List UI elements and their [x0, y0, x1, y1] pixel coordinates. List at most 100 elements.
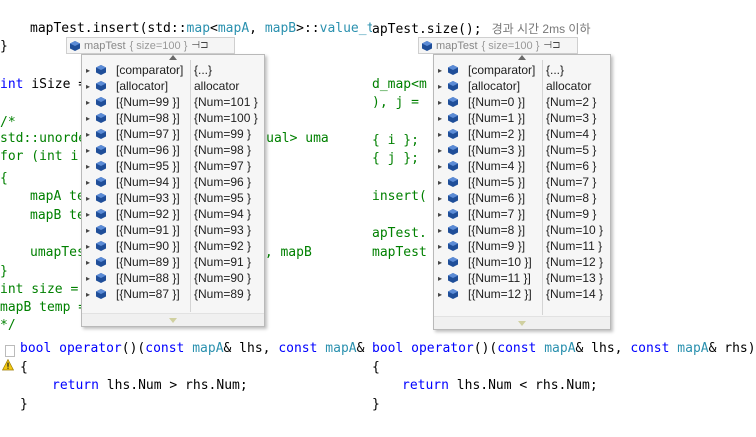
datatip-row[interactable]: ▸ [comparator] {...}: [82, 62, 264, 78]
datatip-row[interactable]: ▸ [{Num=97 }] {Num=99 }: [82, 126, 264, 142]
scroll-down-area[interactable]: [434, 316, 610, 329]
datatip-row[interactable]: ▸ [allocator] allocator: [434, 78, 610, 94]
expand-arrow-icon[interactable]: ▸: [82, 258, 94, 267]
datatip-row[interactable]: ▸ [{Num=96 }] {Num=98 }: [82, 142, 264, 158]
datatip-row[interactable]: ▸ [{Num=7 }] {Num=9 }: [434, 206, 610, 222]
expand-arrow-icon[interactable]: ▸: [434, 162, 446, 171]
datatip-row-value: {Num=97 }: [194, 159, 252, 173]
expand-arrow-icon[interactable]: ▸: [82, 114, 94, 123]
expand-arrow-icon[interactable]: ▸: [82, 210, 94, 219]
datatip-grid-right[interactable]: ▸ [comparator] {...} ▸ [allocator] allocator ▸…: [433, 54, 611, 330]
datatip-row-value: allocator: [194, 79, 240, 93]
expand-arrow-icon[interactable]: ▸: [82, 162, 94, 171]
scroll-up-arrow-icon[interactable]: [518, 55, 526, 60]
expand-arrow-icon[interactable]: ▸: [434, 274, 446, 283]
expand-arrow-icon[interactable]: ▸: [434, 82, 446, 91]
expand-arrow-icon[interactable]: ▸: [434, 258, 446, 267]
object-cube-icon: [96, 193, 106, 203]
expand-arrow-icon[interactable]: ▸: [434, 290, 446, 299]
object-cube-icon: [448, 177, 458, 187]
expand-arrow-icon[interactable]: ▸: [82, 194, 94, 203]
expand-arrow-icon[interactable]: ▸: [82, 66, 94, 75]
code-token: mapTest: [372, 245, 427, 260]
datatip-row[interactable]: ▸ [{Num=3 }] {Num=5 }: [434, 142, 610, 158]
datatip-row-name: [allocator]: [468, 79, 521, 93]
collapse-box-icon[interactable]: [5, 345, 15, 357]
datatip-row-name: [{Num=3 }]: [468, 143, 526, 157]
expand-arrow-icon[interactable]: ▸: [82, 290, 94, 299]
object-cube-icon: [96, 113, 106, 123]
datatip-row[interactable]: ▸ [{Num=93 }] {Num=95 }: [82, 190, 264, 206]
object-cube-icon: [422, 40, 432, 51]
expand-arrow-icon[interactable]: ▸: [434, 114, 446, 123]
code-token: }: [0, 264, 8, 279]
datatip-row-value: {Num=5 }: [546, 143, 597, 157]
datatip-row[interactable]: ▸ [{Num=9 }] {Num=11 }: [434, 238, 610, 254]
expand-arrow-icon[interactable]: ▸: [434, 194, 446, 203]
datatip-row[interactable]: ▸ [{Num=8 }] {Num=10 }: [434, 222, 610, 238]
expand-arrow-icon[interactable]: ▸: [82, 178, 94, 187]
datatip-row-name: [{Num=93 }]: [116, 191, 180, 205]
datatip-row[interactable]: ▸ [{Num=90 }] {Num=92 }: [82, 238, 264, 254]
datatip-row[interactable]: ▸ [{Num=92 }] {Num=94 }: [82, 206, 264, 222]
datatip-row[interactable]: ▸ [{Num=95 }] {Num=97 }: [82, 158, 264, 174]
expand-arrow-icon[interactable]: ▸: [82, 130, 94, 139]
datatip-row[interactable]: ▸ [{Num=11 }] {Num=13 }: [434, 270, 610, 286]
expand-arrow-icon[interactable]: ▸: [434, 130, 446, 139]
scroll-down-area[interactable]: [82, 313, 264, 326]
object-cube-icon: [448, 145, 458, 155]
datatip-row[interactable]: ▸ [{Num=1 }] {Num=3 }: [434, 110, 610, 126]
object-cube-icon: [96, 129, 106, 139]
code-line: mapB temp =: [0, 300, 86, 316]
expand-arrow-icon[interactable]: ▸: [434, 178, 446, 187]
expand-arrow-icon[interactable]: ▸: [82, 274, 94, 283]
datatip-row[interactable]: ▸ [{Num=89 }] {Num=91 }: [82, 254, 264, 270]
datatip-row[interactable]: ▸ [{Num=2 }] {Num=4 }: [434, 126, 610, 142]
expand-arrow-icon[interactable]: ▸: [434, 242, 446, 251]
datatip-row[interactable]: ▸ [{Num=6 }] {Num=8 }: [434, 190, 610, 206]
datatip-row[interactable]: ▸ [{Num=87 }] {Num=89 }: [82, 286, 264, 302]
scroll-down-arrow-icon[interactable]: [169, 318, 177, 323]
datatip-grid-left[interactable]: ▸ [comparator] {...} ▸ [allocator] allocator ▸…: [81, 54, 265, 327]
datatip-row[interactable]: ▸ [{Num=94 }] {Num=96 }: [82, 174, 264, 190]
expand-arrow-icon[interactable]: ▸: [82, 82, 94, 91]
object-cube-icon: [96, 257, 106, 267]
expand-arrow-icon[interactable]: ▸: [82, 98, 94, 107]
scroll-down-arrow-icon[interactable]: [518, 321, 526, 326]
scroll-up-arrow-icon[interactable]: [169, 55, 177, 60]
datatip-row[interactable]: ▸ [{Num=88 }] {Num=90 }: [82, 270, 264, 286]
expand-arrow-icon[interactable]: ▸: [434, 98, 446, 107]
datatip-row[interactable]: ▸ [{Num=0 }] {Num=2 }: [434, 94, 610, 110]
code-line: /*: [0, 115, 16, 131]
datatip-row[interactable]: ▸ [{Num=12 }] {Num=14 }: [434, 286, 610, 302]
datatip-row[interactable]: ▸ [comparator] {...}: [434, 62, 610, 78]
code-line: }: [372, 397, 380, 413]
datatip-row-name: [{Num=97 }]: [116, 127, 180, 141]
pin-icon[interactable]: ⊣⊐: [191, 40, 208, 51]
datatip-row[interactable]: ▸ [{Num=10 }] {Num=12 }: [434, 254, 610, 270]
expand-arrow-icon[interactable]: ▸: [434, 66, 446, 75]
code-token: const: [278, 341, 318, 356]
datatip-row[interactable]: ▸ [{Num=99 }] {Num=101 }: [82, 94, 264, 110]
datatip-row[interactable]: ▸ [{Num=5 }] {Num=7 }: [434, 174, 610, 190]
datatip-header-left[interactable]: mapTest { size=100 } ⊣⊐: [66, 37, 235, 54]
expand-arrow-icon[interactable]: ▸: [434, 210, 446, 219]
expand-arrow-icon[interactable]: ▸: [434, 146, 446, 155]
datatip-row[interactable]: ▸ [{Num=91 }] {Num=93 }: [82, 222, 264, 238]
object-cube-icon: [96, 289, 106, 299]
expand-arrow-icon[interactable]: ▸: [82, 226, 94, 235]
expand-arrow-icon[interactable]: ▸: [434, 226, 446, 235]
datatip-row[interactable]: ▸ [allocator] allocator: [82, 78, 264, 94]
object-cube-icon: [448, 65, 458, 75]
datatip-row-name: [{Num=91 }]: [116, 223, 180, 237]
datatip-row[interactable]: ▸ [{Num=98 }] {Num=100 }: [82, 110, 264, 126]
datatip-row[interactable]: ▸ [{Num=4 }] {Num=6 }: [434, 158, 610, 174]
pin-icon[interactable]: ⊣⊐: [543, 40, 560, 51]
datatip-row-value: {Num=93 }: [194, 223, 252, 237]
expand-arrow-icon[interactable]: ▸: [82, 242, 94, 251]
datatip-header-right[interactable]: mapTest { size=100 } ⊣⊐: [418, 37, 578, 54]
expand-arrow-icon[interactable]: ▸: [82, 146, 94, 155]
datatip-variable-name: mapTest: [84, 39, 126, 52]
datatip-row-name: [{Num=92 }]: [116, 207, 180, 221]
datatip-row-name: [{Num=88 }]: [116, 271, 180, 285]
